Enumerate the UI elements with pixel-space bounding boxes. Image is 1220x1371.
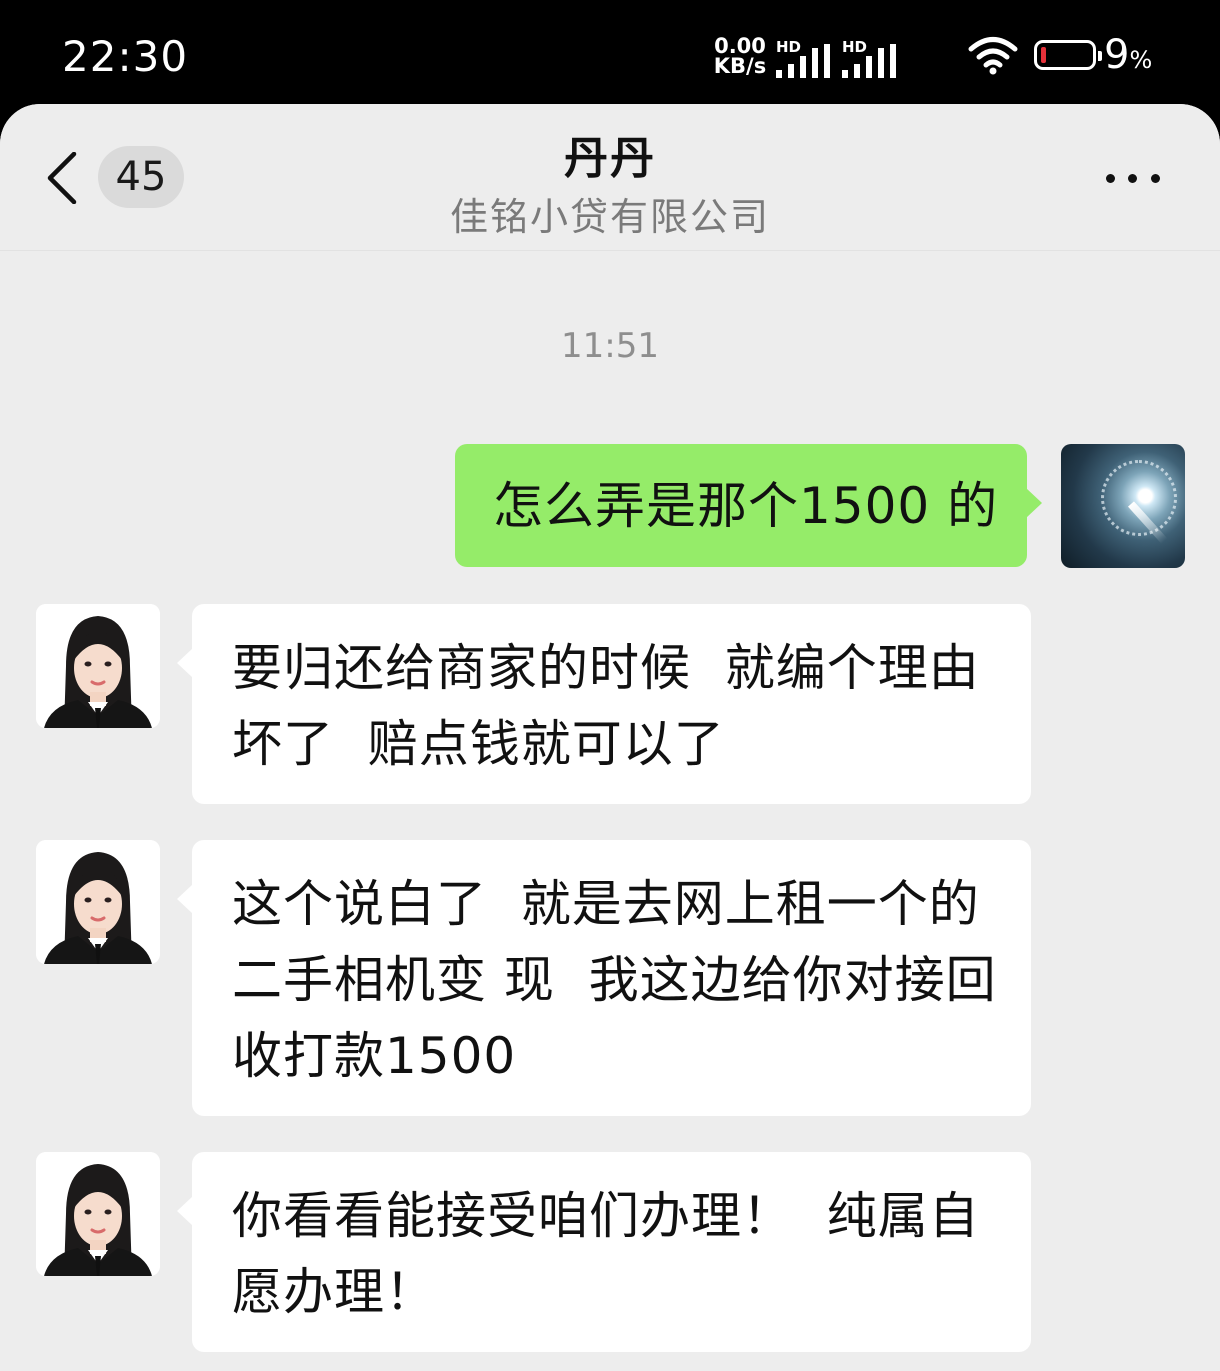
person-portrait-icon (36, 604, 160, 728)
more-dots-icon (1151, 174, 1160, 183)
status-time: 22:30 (62, 32, 189, 81)
message-bubble[interactable]: 这个说白了 就是去网上租一个的 二手相机变 现 我这边给你对接回 收打款1500 (177, 840, 1031, 1116)
wifi-icon (968, 36, 1018, 80)
network-speed-value: 0.00 (714, 34, 766, 58)
network-speed-unit: KB/s (713, 54, 767, 78)
network-speed: 0.00 KB/s (710, 34, 770, 78)
contact-avatar[interactable] (36, 1152, 160, 1276)
contact-avatar[interactable] (36, 604, 160, 728)
message-bubble[interactable]: 怎么弄是那个1500 的 (455, 444, 1042, 567)
avatar-ring (1101, 460, 1177, 536)
my-avatar[interactable] (1061, 444, 1185, 568)
battery-percent: 9% (1104, 32, 1152, 78)
chat-window: 45 丹丹 佳铭小贷有限公司 11:51 怎么弄是那个1500 的 要归还给商家… (0, 104, 1220, 1371)
battery-percent-value: 9 (1104, 32, 1130, 78)
message-text: 怎么弄是那个1500 的 (493, 477, 999, 535)
message-text: 要归还给商家的时候 就编个理由 坏了 赔点钱就可以了 (232, 639, 980, 773)
message-bubble[interactable]: 你看看能接受咱们办理！ 纯属自 愿办理！ (177, 1152, 1031, 1352)
status-bar: 22:30 0.00 KB/s HD HD 9% (0, 0, 1220, 104)
more-options-button[interactable] (1106, 166, 1162, 190)
contact-avatar[interactable] (36, 840, 160, 964)
message-timestamp: 11:51 (561, 326, 659, 366)
message-bubble[interactable]: 要归还给商家的时候 就编个理由 坏了 赔点钱就可以了 (177, 604, 1031, 804)
battery-percent-sign: % (1129, 46, 1153, 74)
bubble-tail (177, 648, 193, 678)
chat-header: 45 丹丹 佳铭小贷有限公司 (0, 104, 1220, 251)
more-dots-icon (1128, 174, 1137, 183)
chat-subtitle: 佳铭小贷有限公司 (449, 195, 770, 239)
bubble-tail (177, 884, 193, 914)
bubble-tail (1026, 488, 1042, 518)
battery-tip (1098, 51, 1102, 61)
message-text: 这个说白了 就是去网上租一个的 二手相机变 现 我这边给你对接回 收打款1500 (232, 875, 997, 1085)
bubble-tail (177, 1196, 193, 1226)
chat-title: 丹丹 (564, 133, 656, 184)
battery-level (1041, 47, 1046, 63)
battery-icon (1034, 40, 1102, 70)
person-portrait-icon (36, 840, 160, 964)
message-text: 你看看能接受咱们办理！ 纯属自 愿办理！ (232, 1187, 980, 1321)
more-dots-icon (1106, 174, 1115, 183)
person-portrait-icon (36, 1152, 160, 1276)
